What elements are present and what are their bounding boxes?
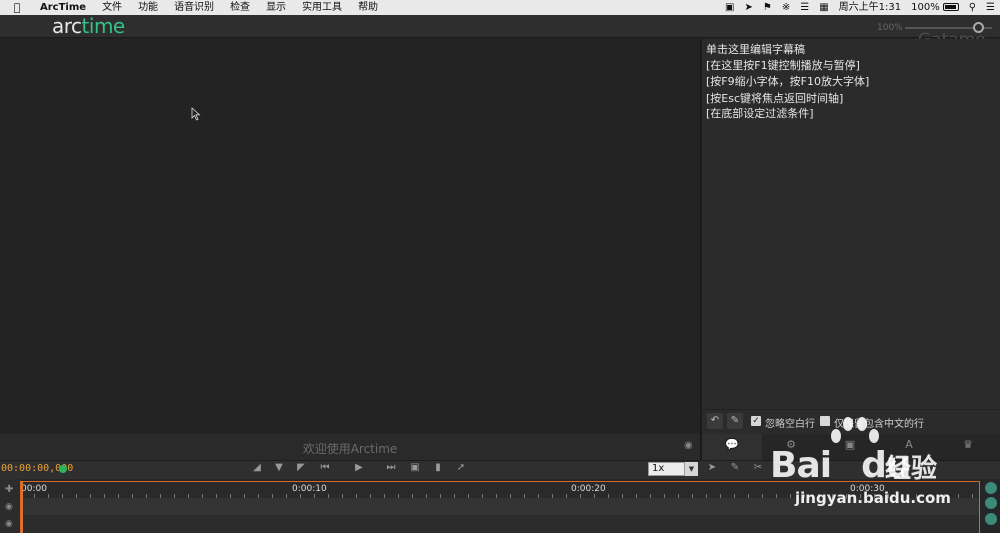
datetime[interactable]: 周六上午1:31 bbox=[834, 0, 906, 15]
app-status-icon[interactable]: ▦ bbox=[814, 0, 833, 15]
ignore-empty-label: 忽略空白行 bbox=[765, 419, 815, 430]
editor-line[interactable]: [在这里按F1键控制播放与暂停] bbox=[706, 57, 860, 73]
menu-utilities[interactable]: 实用工具 bbox=[294, 0, 350, 15]
status-dot bbox=[59, 465, 67, 473]
bluetooth-icon[interactable]: ※ bbox=[777, 0, 795, 15]
ruler-label: 00:00 bbox=[21, 484, 47, 494]
zoom-label: 100% bbox=[877, 23, 903, 33]
apple-icon[interactable]:  bbox=[10, 0, 24, 15]
track-color-icon[interactable] bbox=[985, 497, 997, 509]
editor-line[interactable]: [在底部设定过滤条件] bbox=[706, 105, 814, 121]
skip-forward-icon[interactable]: ⏭ bbox=[384, 462, 398, 473]
scissors-icon[interactable]: ✂ bbox=[751, 462, 765, 473]
tab-effects-icon[interactable]: ♛ bbox=[958, 438, 978, 451]
menubar:  ArcTime 文件 功能 语音识别 检查 显示 实用工具 帮助 ▣ ➤ ⚑… bbox=[0, 0, 1000, 15]
chevron-down-icon[interactable]: ▼ bbox=[684, 462, 698, 476]
wifi-icon[interactable]: ☰ bbox=[795, 0, 814, 15]
menu-check[interactable]: 检查 bbox=[222, 0, 258, 15]
subtitle-track-2[interactable] bbox=[20, 515, 980, 533]
tab-subtitle-icon[interactable]: 💬 bbox=[722, 438, 742, 451]
mouse-cursor-icon bbox=[191, 107, 201, 121]
menu-app-name[interactable]: ArcTime bbox=[32, 0, 94, 15]
menu-help[interactable]: 帮助 bbox=[350, 0, 386, 15]
camera-icon[interactable]: ▣ bbox=[720, 0, 739, 15]
eye-icon[interactable]: ◉ bbox=[684, 440, 693, 451]
edit-icon[interactable]: ✎ bbox=[727, 413, 743, 429]
add-track-icon[interactable]: ✚ bbox=[5, 484, 13, 495]
edit-tool-icon[interactable]: ✎ bbox=[728, 462, 742, 473]
editor-line[interactable]: [按Esc键将焦点返回时间轴] bbox=[706, 90, 843, 106]
logo-text-arc: arc bbox=[52, 14, 82, 38]
battery-indicator[interactable]: 100% bbox=[906, 0, 964, 15]
baidu-brand: Bai bbox=[770, 445, 832, 486]
select-tool-icon[interactable]: ➤ bbox=[705, 462, 719, 473]
track-color-icon[interactable] bbox=[985, 513, 997, 525]
snapshot-icon[interactable]: ▣ bbox=[408, 462, 422, 473]
track-visibility-icon[interactable]: ◉ bbox=[5, 519, 13, 529]
video-preview[interactable] bbox=[0, 39, 700, 434]
mark-down-icon[interactable]: ▼ bbox=[272, 462, 286, 473]
playhead[interactable] bbox=[21, 481, 23, 533]
menu-display[interactable]: 显示 bbox=[258, 0, 294, 15]
track-color-icon[interactable] bbox=[985, 482, 997, 494]
pin-icon[interactable]: ⚑ bbox=[758, 0, 777, 15]
ruler-label: 0:00:20 bbox=[571, 484, 606, 494]
magic-wand-icon[interactable]: ➚ bbox=[454, 462, 468, 473]
ruler-label: 0:00:10 bbox=[292, 484, 327, 494]
send-icon[interactable]: ➤ bbox=[739, 0, 757, 15]
editor-line[interactable]: [按F9缩小字体，按F10放大字体] bbox=[706, 73, 869, 89]
mark-out-icon[interactable]: ◤ bbox=[294, 462, 308, 473]
menubar-status-area: ▣ ➤ ⚑ ※ ☰ ▦ 周六上午1:31 100% ⚲ ☰ bbox=[720, 0, 1000, 15]
ignore-empty-checkbox[interactable]: ✓ bbox=[751, 416, 761, 426]
bookmark-icon[interactable]: ▮ bbox=[431, 462, 445, 473]
arctime-logo: arctime bbox=[52, 14, 125, 38]
menu-function[interactable]: 功能 bbox=[130, 0, 166, 15]
editor-line[interactable]: 单击这里编辑字幕稿 bbox=[706, 41, 805, 57]
mark-in-icon[interactable]: ◢ bbox=[250, 462, 264, 473]
menu-file[interactable]: 文件 bbox=[94, 0, 130, 15]
battery-percent: 100% bbox=[911, 2, 940, 13]
undo-icon[interactable]: ↶ bbox=[707, 413, 723, 429]
track-visibility-icon[interactable]: ◉ bbox=[5, 502, 13, 512]
battery-icon bbox=[942, 3, 959, 11]
play-icon[interactable]: ▶ bbox=[352, 462, 366, 473]
notification-center-icon[interactable]: ☰ bbox=[981, 0, 1000, 15]
welcome-message: 欢迎使用Arctime bbox=[302, 442, 398, 456]
skip-back-icon[interactable]: ⏮ bbox=[318, 462, 332, 473]
baidu-jingyan-text: 经验 bbox=[885, 454, 938, 484]
menu-speech-recognition[interactable]: 语音识别 bbox=[166, 0, 222, 15]
baidu-url: jingyan.baidu.com bbox=[795, 489, 951, 507]
app-toolbar bbox=[0, 15, 1000, 38]
logo-text-time: time bbox=[81, 14, 126, 38]
search-icon[interactable]: ⚲ bbox=[964, 0, 981, 15]
